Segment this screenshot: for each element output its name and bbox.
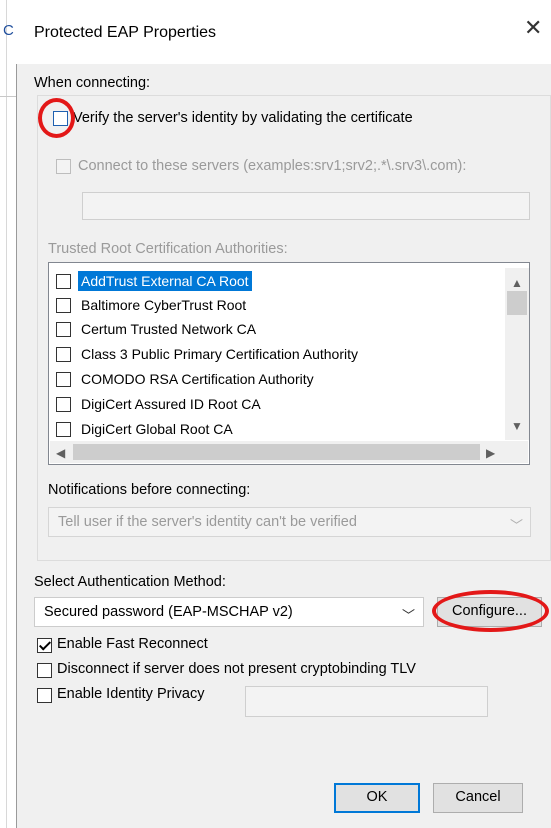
disconnect-cryptobinding-label[interactable]: Disconnect if server does not present cr…: [57, 661, 416, 677]
list-item-checkbox[interactable]: [56, 347, 71, 362]
notifications-label: Notifications before connecting:: [48, 482, 251, 498]
dialog-title: Protected EAP Properties: [34, 24, 217, 41]
list-item-checkbox[interactable]: [56, 397, 71, 412]
enable-identity-privacy-checkbox[interactable]: [37, 688, 52, 703]
connect-servers-checkbox[interactable]: [56, 159, 71, 174]
list-item-label: DigiCert Assured ID Root CA: [81, 396, 261, 412]
identity-input[interactable]: [245, 686, 488, 717]
verify-server-label[interactable]: Verify the server's identity by validati…: [73, 110, 413, 126]
background-window-divider: [0, 96, 16, 97]
auth-method-select[interactable]: Secured password (EAP-MSCHAP v2) ﹀: [34, 597, 424, 627]
list-item-checkbox[interactable]: [56, 422, 71, 437]
list-item-checkbox[interactable]: [56, 372, 71, 387]
scroll-left-icon[interactable]: ◀: [56, 447, 65, 459]
background-window-edge: [6, 0, 7, 828]
servers-input[interactable]: [82, 192, 530, 220]
annotation-circle-configure: [432, 590, 549, 632]
list-item-label: Certum Trusted Network CA: [81, 321, 257, 337]
auth-method-selected-value: Secured password (EAP-MSCHAP v2): [44, 604, 293, 620]
cancel-button[interactable]: Cancel: [433, 783, 523, 813]
list-item-checkbox[interactable]: [56, 298, 71, 313]
connect-servers-label: Connect to these servers (examples:srv1;…: [78, 158, 467, 174]
enable-identity-privacy-label[interactable]: Enable Identity Privacy: [57, 686, 205, 702]
disconnect-cryptobinding-checkbox[interactable]: [37, 663, 52, 678]
close-icon[interactable]: ✕: [524, 17, 542, 39]
list-item-label: Class 3 Public Primary Certification Aut…: [81, 346, 358, 362]
list-item-label: AddTrust External CA Root: [78, 271, 252, 291]
chevron-down-icon: ﹀: [402, 608, 416, 623]
scroll-right-icon[interactable]: ▶: [486, 447, 495, 459]
trusted-roots-label: Trusted Root Certification Authorities:: [48, 241, 288, 257]
notifications-selected-value: Tell user if the server's identity can't…: [58, 514, 357, 530]
list-item-label: Baltimore CyberTrust Root: [81, 297, 247, 313]
notifications-select[interactable]: Tell user if the server's identity can't…: [48, 507, 531, 537]
horizontal-scroll-thumb[interactable]: [73, 444, 480, 460]
enable-fast-reconnect-label[interactable]: Enable Fast Reconnect: [57, 636, 208, 652]
chevron-down-icon: ﹀: [510, 518, 524, 533]
list-item-label: COMODO RSA Certification Authority: [81, 371, 314, 387]
annotation-circle-verify: [38, 98, 75, 138]
when-connecting-label: When connecting:: [34, 75, 151, 91]
ok-button[interactable]: OK: [334, 783, 420, 813]
list-item-label: DigiCert Global Root CA: [81, 421, 233, 437]
scroll-up-icon[interactable]: ▲: [511, 277, 523, 289]
vertical-scroll-thumb[interactable]: [507, 291, 527, 315]
enable-fast-reconnect-checkbox[interactable]: [37, 638, 52, 653]
background-window-letter: C: [3, 22, 14, 39]
background-window: [0, 0, 16, 828]
list-item-checkbox[interactable]: [56, 274, 71, 289]
list-item-checkbox[interactable]: [56, 322, 71, 337]
auth-method-label: Select Authentication Method:: [34, 574, 226, 590]
scroll-down-icon[interactable]: ▼: [511, 420, 523, 432]
